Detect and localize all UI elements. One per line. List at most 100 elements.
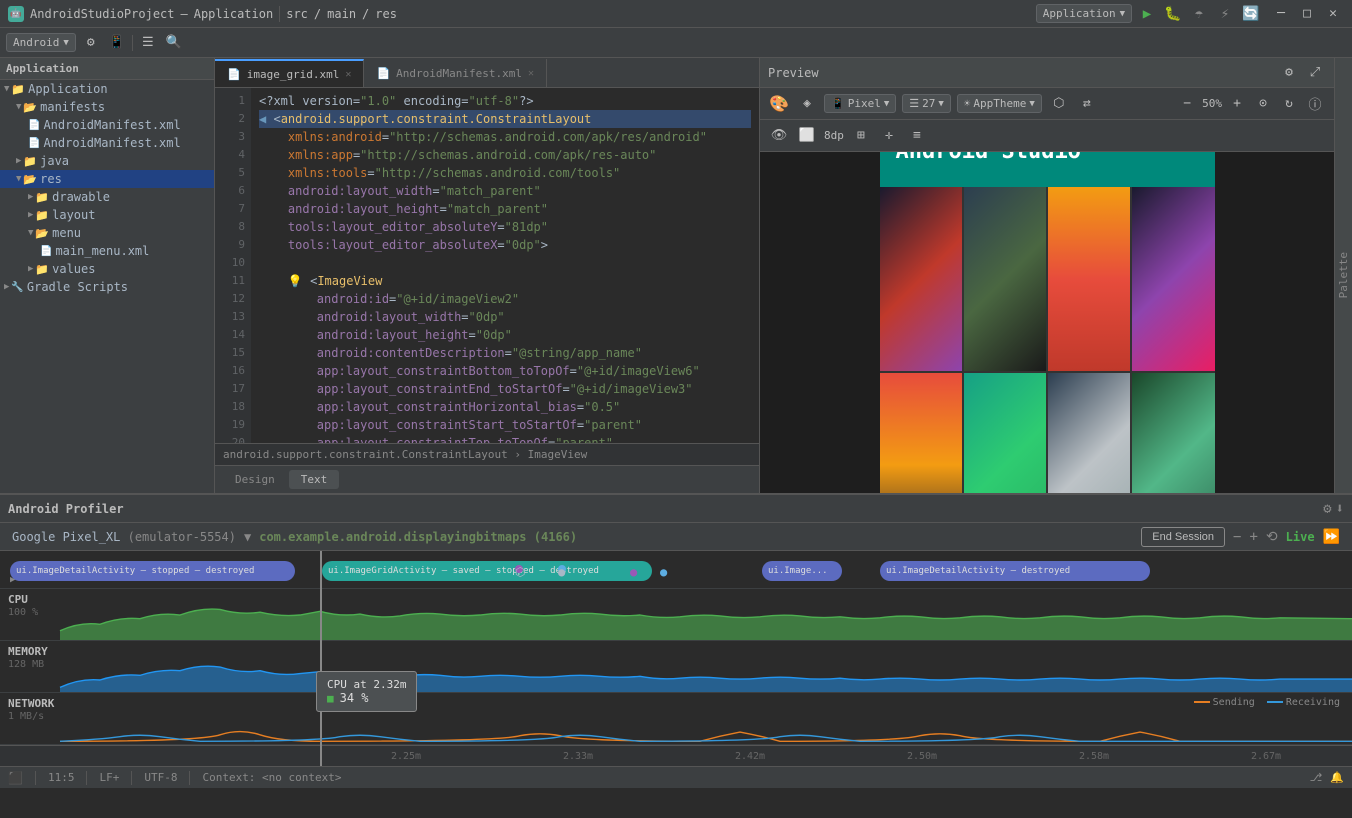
network-legend: Sending Receiving [1194,697,1340,708]
margin-btn[interactable]: ⬜ [796,125,818,147]
cpu-sublabel: 100 % [8,607,38,618]
editor-area: 📄 image_grid.xml ✕ 📄 AndroidManifest.xml… [215,58,759,493]
activity-block-4[interactable]: ui.ImageDetailActivity – destroyed [880,561,1150,581]
code-line-9: tools:layout_editor_absoluteX="0dp"> [259,236,751,254]
profiler-title: Android Profiler [8,502,124,516]
line-ending: LF+ [99,771,119,784]
manifest1-label: AndroidManifest.xml [43,118,180,132]
network-label: NETWORK [8,697,54,710]
android-dropdown[interactable]: Android ▼ [6,33,76,52]
debug-button[interactable]: 🐛 [1162,3,1184,25]
theme-dropdown[interactable]: ☀ AppTheme ▼ [957,94,1042,113]
module-title: Application [194,7,273,21]
profiler-session-right: End Session − + ⟲ Live ⏩ [1141,527,1340,547]
align-btn[interactable]: ≡ [906,125,928,147]
tab-close-1[interactable]: ✕ [345,69,351,80]
sdk-manager-btn[interactable]: ⚙ [80,32,102,54]
activity-block-2[interactable]: ui.ImageGridActivity – saved – stopped –… [322,561,652,581]
event-dot-4: ● [660,565,667,579]
tab-image-grid[interactable]: 📄 image_grid.xml ✕ [215,59,364,87]
code-content[interactable]: <?xml version="1.0" encoding="utf-8"?> ◀… [251,88,759,443]
zoom-reset-btn[interactable]: ⊙ [1252,93,1274,115]
device-label: 📱 [831,97,845,110]
search-everywhere-btn[interactable]: 🔍 [163,32,185,54]
api-icon: ☰ [909,97,919,110]
code-line-7: android:layout_height="match_parent" [259,200,751,218]
arrow-down-icon: ▼ [4,84,9,94]
palette-icon[interactable]: 🎨 [768,93,790,115]
profiler-minimize-btn[interactable]: ⬇ [1336,501,1344,517]
root-label: Application [28,82,107,96]
rtl-btn[interactable]: ⇄ [1076,93,1098,115]
memory-label: MEMORY [8,645,48,658]
cpu-chart [0,589,1352,640]
code-line-16: app:layout_constraintBottom_toTopOf="@+i… [259,362,751,380]
tree-main-menu[interactable]: 📄 main_menu.xml [0,242,214,260]
design-mode-btn[interactable]: ◈ [796,93,818,115]
main-menu-label: main_menu.xml [55,244,149,258]
go-live-btn[interactable]: ⏩ [1323,529,1340,545]
profiler-settings-btn[interactable]: ⚙ [1323,501,1331,517]
tree-java[interactable]: ▶ 📁 java [0,152,214,170]
activity-block-1[interactable]: ui.ImageDetailActivity – stopped – destr… [10,561,295,581]
close-button[interactable]: ✕ [1322,3,1344,25]
run-button[interactable]: ▶ [1136,3,1158,25]
structure-btn[interactable]: ☰ [137,32,159,54]
phone-mockup: ▲ ▮ 8:00 Android Studio [760,152,1334,493]
constraint-btn[interactable]: ✛ [878,125,900,147]
preview-settings-btn[interactable]: ⚙ [1278,62,1300,84]
api-dropdown[interactable]: ☰ 27 ▼ [902,94,951,113]
tab-close-2[interactable]: ✕ [528,68,534,79]
pan-left-btn[interactable]: ⟲ [1266,529,1278,545]
end-session-button[interactable]: End Session [1141,527,1225,547]
tree-menu[interactable]: ▼ 📂 menu [0,224,214,242]
tree-layout[interactable]: ▶ 📁 layout [0,206,214,224]
minimize-button[interactable]: ─ [1270,3,1292,25]
info-btn[interactable]: ⓘ [1304,93,1326,115]
tree-gradle[interactable]: ▶ 🔧 Gradle Scripts [0,278,214,296]
run-config-dropdown[interactable]: Application ▼ [1036,4,1132,23]
tree-res[interactable]: ▼ 📂 res [0,170,214,188]
code-line-11: 💡 <ImageView [259,272,751,290]
tab-text[interactable]: Text [289,470,340,489]
maximize-button[interactable]: □ [1296,3,1318,25]
device-dropdown[interactable]: 📱 Pixel ▼ [824,94,896,113]
zoom-out-profiler-btn[interactable]: − [1233,529,1241,545]
coverage-button[interactable]: ☂ [1188,3,1210,25]
arrow-right-icon: ▶ [28,264,33,274]
divider2 [132,35,133,51]
tab-design[interactable]: Design [223,470,287,489]
tree-androidmanifest2[interactable]: 📄 AndroidManifest.xml [0,134,214,152]
view-toggle-btn[interactable]: 👁 [768,125,790,147]
title-bar-right: ─ □ ✕ [1270,3,1344,25]
values-folder-icon: 📁 [35,263,49,276]
tree-root-application[interactable]: ▼ 📁 Application [0,80,214,98]
sync-button[interactable]: 🔄 [1240,3,1262,25]
tree-values[interactable]: ▶ 📁 values [0,260,214,278]
tree-drawable[interactable]: ▶ 📁 drawable [0,188,214,206]
code-line-17: app:layout_constraintEnd_toStartOf="@+id… [259,380,751,398]
avd-manager-btn[interactable]: 📱 [106,32,128,54]
locale-btn[interactable]: ⬡ [1048,93,1070,115]
tree-manifests[interactable]: ▼ 📂 manifests [0,98,214,116]
path-res: res [375,7,397,21]
refresh-btn[interactable]: ↻ [1278,93,1300,115]
preview-expand-btn[interactable]: ⤢ [1304,62,1326,84]
git-icon: ⎇ [1310,771,1323,784]
separator1: – [181,7,188,21]
grid-cell-8 [1132,373,1214,494]
tab-androidmanifest[interactable]: 📄 AndroidManifest.xml ✕ [364,59,547,87]
profile-button[interactable]: ⚡ [1214,3,1236,25]
preview-controls: ⚙ ⤢ [1278,62,1326,84]
profiler-area: Android Profiler ⚙ ⬇ Google Pixel_XL (em… [0,493,1352,788]
main-layout: Application ▼ 📁 Application ▼ 📂 manifest… [0,58,1352,493]
snap-btn[interactable]: ⊞ [850,125,872,147]
memory-chart [0,641,1352,692]
palette-tab[interactable]: Palette [1334,58,1352,493]
zoom-out-btn[interactable]: − [1176,93,1198,115]
tree-androidmanifest1[interactable]: 📄 AndroidManifest.xml [0,116,214,134]
project-sidebar: Application ▼ 📁 Application ▼ 📂 manifest… [0,58,215,493]
zoom-in-profiler-btn[interactable]: + [1249,529,1257,545]
zoom-in-btn[interactable]: + [1226,93,1248,115]
activity-block-3[interactable]: ui.Image... [762,561,842,581]
